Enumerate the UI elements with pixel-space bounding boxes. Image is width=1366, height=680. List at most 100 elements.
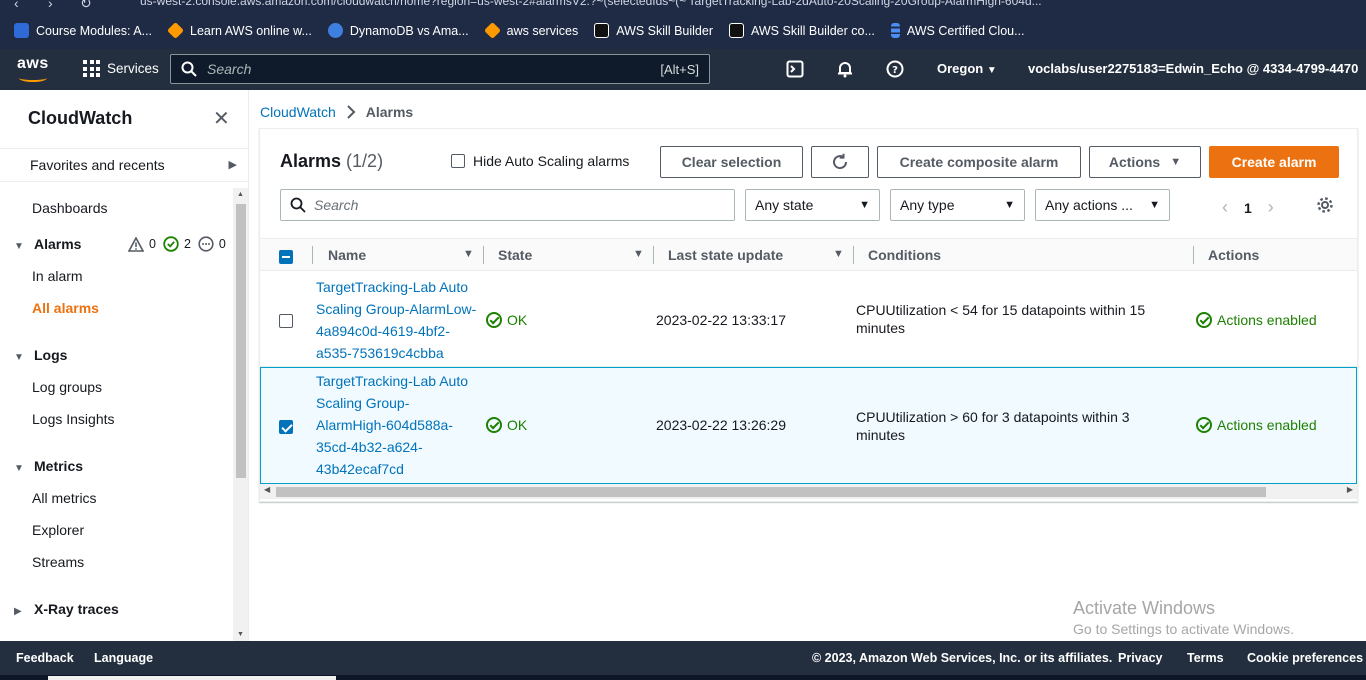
- scroll-left-icon[interactable]: ◀: [264, 485, 270, 494]
- nav-log-groups[interactable]: Log groups: [32, 379, 102, 395]
- checkbox[interactable]: [451, 154, 465, 168]
- page-number[interactable]: 1: [1244, 200, 1252, 216]
- nav-group-logs[interactable]: ▼ Logs: [14, 347, 67, 363]
- services-menu-button[interactable]: Services: [83, 60, 159, 77]
- forward-icon[interactable]: ›: [48, 0, 53, 11]
- bookmark-icon: [729, 23, 744, 38]
- actions-dropdown-button[interactable]: Actions ▼: [1089, 146, 1201, 178]
- cookie-preferences-link[interactable]: Cookie preferences: [1247, 651, 1363, 665]
- cloudshell-icon[interactable]: [786, 60, 804, 82]
- nav-explorer[interactable]: Explorer: [32, 522, 84, 538]
- reload-icon[interactable]: ↻: [80, 0, 92, 12]
- column-actions[interactable]: Actions: [1208, 247, 1259, 263]
- scrollbar-thumb[interactable]: [276, 487, 1266, 497]
- select-all-checkbox[interactable]: [279, 248, 293, 265]
- scroll-right-icon[interactable]: ▶: [1347, 485, 1353, 494]
- type-filter-select[interactable]: Any type ▼: [890, 189, 1025, 221]
- clear-selection-button[interactable]: Clear selection: [660, 146, 803, 178]
- nav-all-alarms[interactable]: All alarms: [32, 300, 99, 316]
- scroll-up-icon[interactable]: ▲: [237, 191, 244, 198]
- terms-link[interactable]: Terms: [1187, 651, 1224, 665]
- privacy-link[interactable]: Privacy: [1118, 651, 1162, 665]
- feedback-link[interactable]: Feedback: [16, 651, 74, 665]
- nav-group-metrics[interactable]: ▼ Metrics: [14, 458, 83, 474]
- last-state-update: 2023-02-22 13:33:17: [656, 312, 786, 328]
- chevron-right-icon[interactable]: ›: [1268, 197, 1274, 218]
- language-selector[interactable]: Language: [94, 651, 153, 665]
- breadcrumb-cloudwatch[interactable]: CloudWatch: [260, 104, 336, 120]
- create-composite-alarm-button[interactable]: Create composite alarm: [877, 146, 1081, 178]
- create-alarm-button[interactable]: Create alarm: [1209, 146, 1339, 178]
- svg-text:?: ?: [892, 65, 898, 76]
- bookmark-certified-cloud[interactable]: AWS Certified Clou...: [890, 23, 1025, 38]
- nav-streams[interactable]: Streams: [32, 554, 84, 570]
- browser-address-strip: ‹ › ↻ us-west-2.console.aws.amazon.com/c…: [0, 0, 1366, 12]
- column-state[interactable]: State: [498, 247, 532, 263]
- breadcrumb: CloudWatch Alarms: [260, 104, 413, 120]
- bookmark-skill-builder[interactable]: AWS Skill Builder: [594, 23, 713, 38]
- nav-logs-insights[interactable]: Logs Insights: [32, 411, 115, 427]
- bookmark-icon: [14, 23, 29, 38]
- help-icon[interactable]: ?: [886, 60, 904, 82]
- aws-logo[interactable]: aws: [17, 55, 51, 83]
- bookmark-dynamodb[interactable]: DynamoDB vs Ama...: [327, 23, 469, 38]
- bookmark-skill-builder-co[interactable]: AWS Skill Builder co...: [729, 23, 875, 38]
- alarms-search-input[interactable]: Search: [280, 189, 735, 221]
- pagination: ‹ 1 ›: [1222, 197, 1274, 218]
- alarm-name-link[interactable]: TargetTracking-Lab Auto Scaling Group-Al…: [316, 276, 486, 364]
- bell-icon[interactable]: [836, 60, 854, 82]
- bookmark-icon: [890, 23, 900, 38]
- chevron-left-icon[interactable]: ‹: [1222, 197, 1228, 218]
- bookmark-learn-aws[interactable]: Learn AWS online w...: [167, 22, 312, 39]
- column-last-state-update[interactable]: Last state update: [668, 247, 783, 263]
- nav-all-metrics[interactable]: All metrics: [32, 490, 97, 506]
- hide-autoscaling-toggle[interactable]: Hide Auto Scaling alarms: [451, 153, 629, 169]
- breadcrumb-current: Alarms: [365, 104, 414, 120]
- state-badge: OK: [486, 309, 527, 331]
- caret-right-icon: ▶: [228, 159, 237, 171]
- bookmark-icon: [594, 23, 610, 38]
- table-header: Name ▼ State ▼ Last state update ▼ Condi…: [260, 238, 1357, 271]
- chevron-right-icon: [347, 105, 356, 119]
- region-selector[interactable]: Oregon ▼: [937, 61, 997, 76]
- table-row[interactable]: TargetTracking-Lab Auto Scaling Group- A…: [260, 367, 1357, 484]
- close-icon[interactable]: ✕: [213, 106, 230, 131]
- nav-in-alarm[interactable]: In alarm: [32, 268, 83, 284]
- aws-top-nav: aws Services Search [Alt+S] ? Oregon ▼ v…: [0, 49, 1366, 90]
- gear-icon[interactable]: [1316, 196, 1334, 219]
- refresh-button[interactable]: [811, 146, 869, 178]
- side-nav-scrollbar[interactable]: ▲ ▼: [233, 188, 248, 641]
- back-icon[interactable]: ‹: [14, 0, 19, 11]
- scrollbar-thumb[interactable]: [236, 204, 246, 478]
- table-horizontal-scrollbar[interactable]: ◀ ▶: [260, 484, 1357, 499]
- condition-text: CPUUtilization > 60 for 3 datapoints wit…: [856, 409, 1130, 443]
- bookmark-course-modules[interactable]: Course Modules: A...: [14, 23, 152, 38]
- account-menu[interactable]: voclabs/user2275183=Edwin_Echo @ 4334-47…: [1028, 61, 1366, 76]
- actions-filter-select[interactable]: Any actions ... ▼: [1035, 189, 1170, 221]
- table-row[interactable]: TargetTracking-Lab Auto Scaling Group-Al…: [260, 271, 1357, 367]
- column-conditions[interactable]: Conditions: [868, 247, 941, 263]
- nav-group-xray[interactable]: ▶ X-Ray traces: [14, 601, 119, 617]
- last-state-update: 2023-02-22 13:26:29: [656, 417, 786, 433]
- bookmark-icon: [167, 22, 185, 39]
- sort-icon[interactable]: ▼: [833, 248, 844, 260]
- bookmark-aws-services[interactable]: aws services: [483, 22, 578, 39]
- address-bar[interactable]: us-west-2.console.aws.amazon.com/cloudwa…: [140, 0, 1042, 8]
- sort-icon[interactable]: ▼: [633, 248, 644, 260]
- sort-icon[interactable]: ▼: [463, 248, 474, 260]
- column-name[interactable]: Name: [328, 247, 366, 263]
- nav-dashboards[interactable]: Dashboards: [32, 200, 108, 216]
- row-checkbox[interactable]: [279, 418, 293, 435]
- scroll-down-icon[interactable]: ▼: [237, 631, 244, 638]
- actions-status: Actions enabled: [1196, 309, 1317, 331]
- console-search-input[interactable]: Search [Alt+S]: [170, 54, 710, 84]
- state-badge: OK: [486, 414, 527, 436]
- favorites-and-recents[interactable]: Favorites and recents ▶: [0, 148, 248, 182]
- row-checkbox[interactable]: [279, 312, 293, 329]
- caret-down-icon: ▼: [14, 352, 24, 363]
- nav-group-alarms[interactable]: ▼ Alarms: [14, 236, 81, 252]
- caret-down-icon: ▼: [14, 241, 24, 252]
- state-filter-select[interactable]: Any state ▼: [745, 189, 880, 221]
- alarm-name-link[interactable]: TargetTracking-Lab Auto Scaling Group- A…: [316, 370, 486, 480]
- refresh-icon: [833, 153, 848, 170]
